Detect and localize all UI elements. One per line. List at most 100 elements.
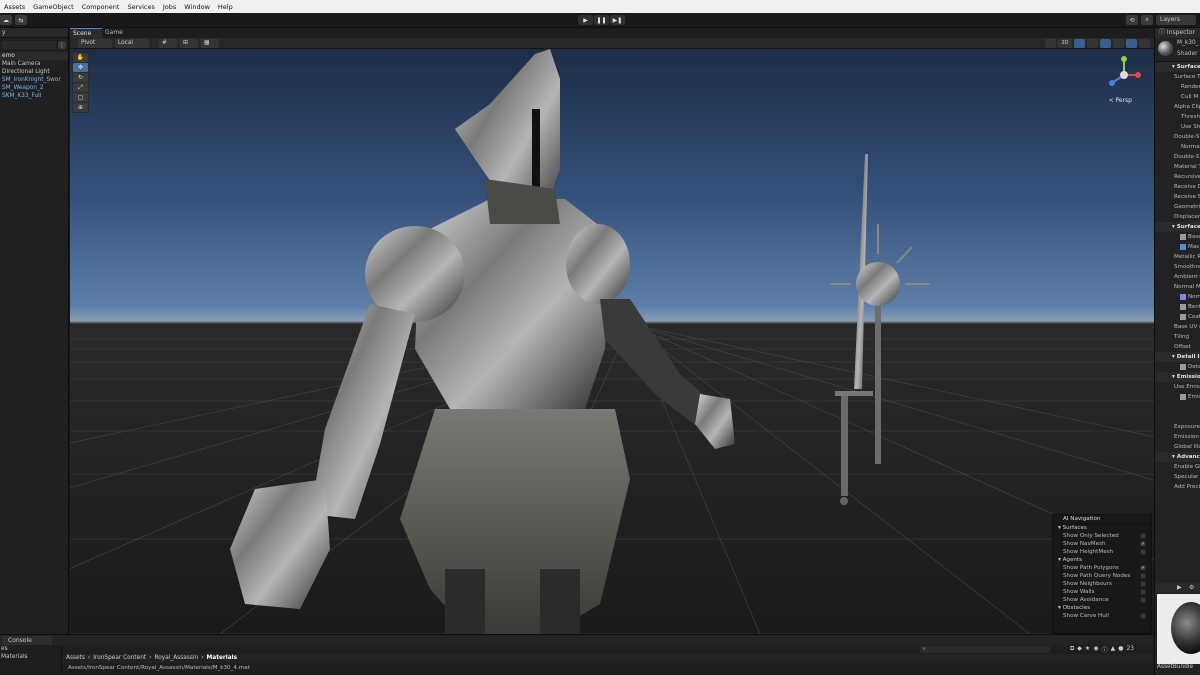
preview-options-icon[interactable]: ⚙ [1189, 584, 1194, 591]
agents-section[interactable]: ▾ Agents [1053, 556, 1151, 564]
play-button[interactable]: ▶ [578, 15, 593, 25]
inspector-property[interactable]: Exposure [1155, 422, 1200, 432]
breadcrumb-item[interactable]: Royal_Assassin [154, 654, 198, 663]
inspector-property[interactable]: Global Illu [1155, 442, 1200, 452]
inspector-section-header[interactable]: ▾ Advanced [1155, 452, 1200, 462]
search-icon[interactable]: ⌕ [1141, 15, 1153, 25]
folder-item[interactable]: es [0, 645, 61, 653]
inspector-property[interactable]: Detai [1155, 362, 1200, 372]
hierarchy-item[interactable]: SM_Weapon_2 [0, 84, 68, 92]
menu-gameobject[interactable]: GameObject [29, 3, 78, 11]
inspector-property[interactable]: Displacem [1155, 212, 1200, 222]
rect-tool-icon[interactable]: ▢ [73, 93, 88, 102]
inspector-property[interactable]: Alpha Clip [1155, 102, 1200, 112]
checkbox[interactable] [1140, 613, 1146, 619]
inspector-property[interactable]: Offset [1155, 342, 1200, 352]
inspector-property[interactable]: Normal [1155, 142, 1200, 152]
checkbox[interactable]: ✓ [1140, 565, 1146, 571]
inspector-property[interactable]: Bent [1155, 302, 1200, 312]
menu-jobs[interactable]: Jobs [159, 3, 180, 11]
hierarchy-item[interactable]: SKM_K33_Full [0, 92, 68, 100]
inspector-property[interactable]: Material T [1155, 162, 1200, 172]
inspector-property[interactable]: Specular O [1155, 472, 1200, 482]
checkbox[interactable] [1140, 597, 1146, 603]
account-icon[interactable]: ☁ [0, 15, 12, 25]
gizmos-icon[interactable] [1139, 39, 1150, 48]
layers-dropdown[interactable]: Layers [1156, 15, 1196, 25]
toggle-show-path-polygons[interactable]: Show Path Polygons ✓ [1053, 564, 1151, 572]
inspector-property[interactable]: Geometric [1155, 202, 1200, 212]
audio-icon[interactable] [1087, 39, 1098, 48]
texture-slot-icon[interactable] [1180, 293, 1186, 300]
inspector-property[interactable]: Base [1155, 232, 1200, 242]
toggle-show-neighbours[interactable]: Show Neighbours [1053, 580, 1151, 588]
menu-window[interactable]: Window [180, 3, 214, 11]
inspector-property[interactable]: Cull M [1155, 92, 1200, 102]
inspector-property[interactable]: Receive S [1155, 192, 1200, 202]
menu-component[interactable]: Component [78, 3, 124, 11]
scale-tool-icon[interactable]: ⤢ [73, 83, 88, 92]
checkbox[interactable]: ✓ [1140, 541, 1146, 547]
grid-icon[interactable]: ▦ [201, 39, 219, 48]
inspector-property[interactable]: Add Preci [1155, 482, 1200, 492]
lighting-icon[interactable] [1074, 39, 1085, 48]
project-search-input[interactable]: ⌕ [920, 646, 1050, 653]
label-icon[interactable]: ◆ [1077, 645, 1082, 654]
error-icon[interactable]: ● [1118, 645, 1123, 654]
inspector-property[interactable]: Double-S [1155, 132, 1200, 142]
inspector-property[interactable]: Use Sh [1155, 122, 1200, 132]
inspector-property[interactable]: Normal M [1155, 282, 1200, 292]
inspector-property[interactable] [1155, 402, 1200, 412]
inspector-section-header[interactable]: ▾ Emission I [1155, 372, 1200, 382]
inspector-property[interactable]: Ambient O [1155, 272, 1200, 282]
camera-icon[interactable] [1126, 39, 1137, 48]
checkbox[interactable] [1140, 533, 1146, 539]
scene-viewport[interactable]: ✋ ✥ ↻ ⤢ ▢ ⊕ < Persp AI Navigation ▾ Surf… [70, 49, 1154, 634]
inspector-property[interactable] [1155, 412, 1200, 422]
transform-tool-icon[interactable]: ⊕ [73, 103, 88, 112]
draw-mode-icon[interactable] [1045, 39, 1056, 48]
texture-slot-icon[interactable] [1180, 313, 1186, 320]
inspector-property[interactable]: Tiling [1155, 332, 1200, 342]
warning-icon[interactable]: ▲ [1111, 645, 1116, 654]
play-preview-icon[interactable]: ▶ [1177, 584, 1182, 591]
hidden-objects-icon[interactable] [1113, 39, 1124, 48]
checkbox[interactable] [1140, 549, 1146, 555]
checkbox[interactable] [1140, 589, 1146, 595]
inspector-section-header[interactable]: ▾ Surface O [1155, 62, 1200, 72]
scene-root[interactable]: emo [0, 52, 68, 60]
hierarchy-item[interactable]: Directional Light [0, 68, 68, 76]
snap-increment-icon[interactable]: ⊞ [180, 39, 198, 48]
hierarchy-tab[interactable]: y [0, 28, 68, 38]
menu-services[interactable]: Services [123, 3, 158, 11]
obstacles-section[interactable]: ▾ Obstacles [1053, 604, 1151, 612]
inspector-property[interactable]: Norm [1155, 292, 1200, 302]
hierarchy-item[interactable]: Main Camera [0, 60, 68, 68]
more-icon[interactable]: ⋮ [58, 41, 66, 49]
toggle-show-path-query-nodes[interactable]: Show Path Query Nodes [1053, 572, 1151, 580]
tab-console[interactable]: Console [2, 636, 52, 645]
inspector-property[interactable]: Emission [1155, 432, 1200, 442]
inspector-property[interactable]: Double-S [1155, 152, 1200, 162]
step-button[interactable]: ▶❚ [610, 15, 625, 25]
breadcrumb-item[interactable]: IronSpear Content [93, 654, 146, 663]
inspector-property[interactable]: Base UV m [1155, 322, 1200, 332]
inspector-property[interactable]: Emis [1155, 392, 1200, 402]
inspector-property[interactable]: Mas [1155, 242, 1200, 252]
inspector-property[interactable]: Surface T [1155, 72, 1200, 82]
rotate-tool-icon[interactable]: ↻ [73, 73, 88, 82]
toggle-show-carve-hull[interactable]: Show Carve Hull [1053, 612, 1151, 620]
toggle-show-walls[interactable]: Show Walls [1053, 588, 1151, 596]
inspector-section-header[interactable]: ▾ Surface In [1155, 222, 1200, 232]
tab-scene[interactable]: Scene [70, 28, 102, 38]
hierarchy-search-input[interactable] [2, 41, 56, 49]
pause-button[interactable]: ❚❚ [594, 15, 609, 25]
collab-icon[interactable]: ⇆ [15, 15, 27, 25]
texture-slot-icon[interactable] [1180, 393, 1186, 400]
mode-2d-button[interactable]: 2D [1058, 39, 1072, 48]
shader-label[interactable]: Shader [1177, 51, 1198, 57]
surfaces-section[interactable]: ▾ Surfaces [1053, 524, 1151, 532]
inspector-property[interactable]: Recursive [1155, 172, 1200, 182]
inspector-property[interactable]: Use Emissi [1155, 382, 1200, 392]
menu-assets[interactable]: Assets [0, 3, 29, 11]
